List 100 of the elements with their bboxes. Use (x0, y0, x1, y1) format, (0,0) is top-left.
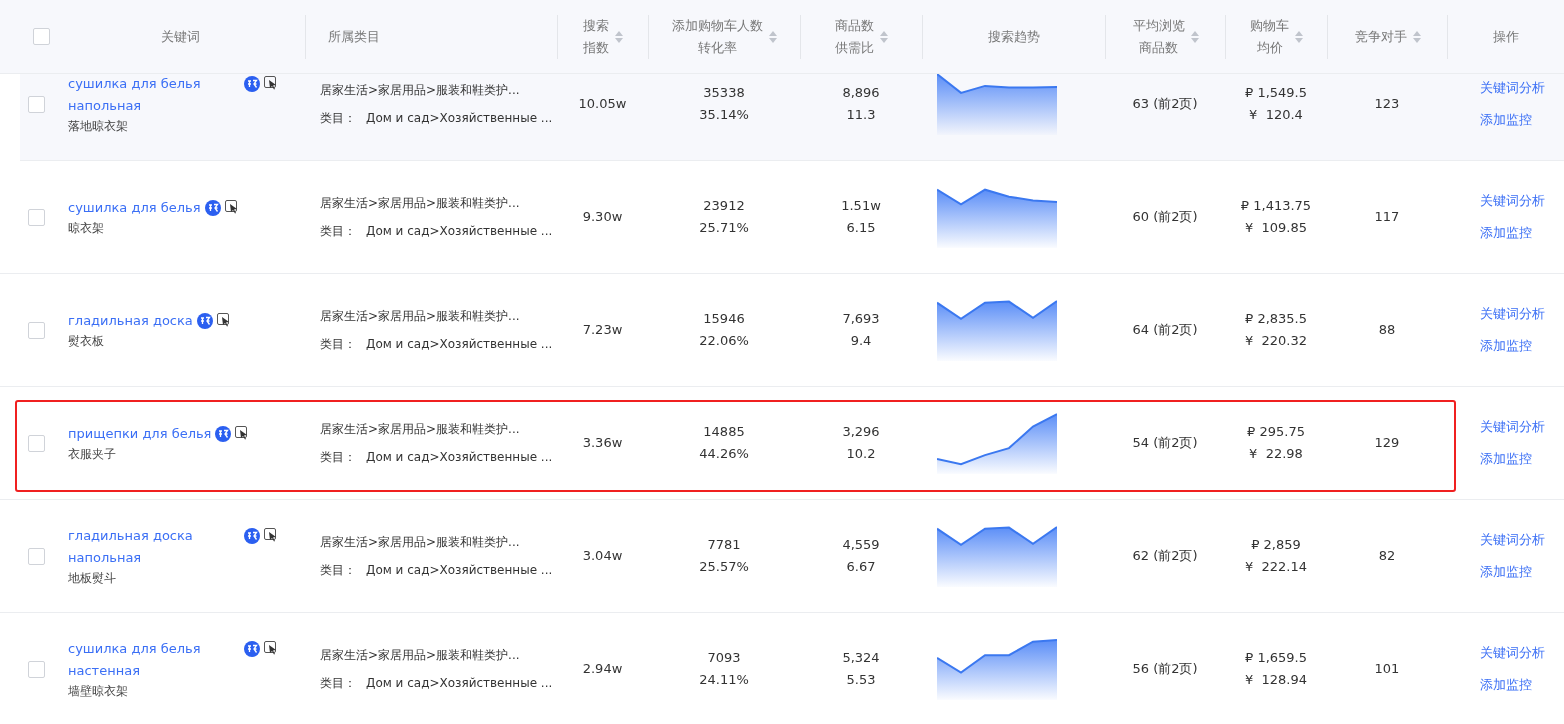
sort-icon[interactable] (615, 30, 623, 43)
row-checkbox[interactable] (28, 95, 45, 113)
keyword-link[interactable]: гладильная доска (68, 310, 193, 332)
category-path: 居家生活>家居用品>服装和鞋类护... (320, 195, 520, 212)
sort-icon[interactable] (1295, 30, 1303, 43)
goods-count: 7,693 (842, 310, 880, 328)
average-browse-count: 56 (前2页) (1132, 660, 1198, 678)
average-browse-count: 54 (前2页) (1132, 434, 1198, 452)
search-index: 3.36w (582, 434, 623, 452)
action-link[interactable]: 添加监控 (1480, 104, 1532, 136)
category-path-russian: Дом и сад>Хозяйственные ... (366, 223, 553, 240)
keyword-link[interactable]: прищепки для белья (68, 423, 212, 445)
sort-icon[interactable] (880, 30, 888, 43)
column-header[interactable]: 添加购物车人数 转化率 (672, 14, 763, 59)
translate-icon[interactable] (244, 641, 260, 657)
sort-icon[interactable] (1412, 30, 1421, 43)
select-all-checkbox[interactable] (33, 28, 50, 45)
action-link[interactable]: 添加监控 (1480, 669, 1532, 701)
action-link[interactable]: 添加监控 (1480, 330, 1532, 362)
conversion-rate: 25.71% (699, 219, 749, 237)
row-checkbox[interactable] (28, 321, 45, 339)
keyword-link[interactable]: сушилка для белья напольная (68, 74, 240, 117)
action-link[interactable]: 关键词分析 (1480, 637, 1545, 669)
price-rub: ₽ 2,835.5 (1245, 310, 1307, 328)
column-header: 所属类目 (328, 27, 380, 46)
add-to-cart-count: 7781 (707, 536, 741, 554)
column-header[interactable]: 购物车 均价 (1250, 14, 1289, 59)
keyword-link[interactable]: гладильная доска напольная (68, 525, 240, 569)
translate-icon[interactable] (204, 200, 221, 216)
category-path-russian: Дом и сад>Хозяйственные ... (366, 675, 553, 692)
price-cny: ¥ 220.32 (1245, 332, 1307, 350)
keyword-link[interactable]: сушилка для белья настенная (68, 638, 240, 682)
action-link[interactable]: 关键词分析 (1480, 74, 1545, 104)
action-link[interactable]: 关键词分析 (1480, 185, 1545, 217)
category-path: 居家生活>家居用品>服装和鞋类护... (320, 647, 520, 664)
cursor-icon[interactable] (216, 313, 231, 327)
category-path: 居家生活>家居用品>服装和鞋类护... (320, 308, 520, 325)
average-browse-count: 62 (前2页) (1132, 547, 1198, 565)
translate-icon[interactable] (196, 313, 213, 329)
supply-demand-ratio: 10.2 (846, 445, 876, 463)
keyword-link[interactable]: сушилка для белья (68, 197, 201, 219)
translate-icon[interactable] (215, 426, 232, 442)
supply-demand-ratio: 6.15 (846, 219, 876, 237)
price-rub: ₽ 2,859 (1251, 536, 1301, 554)
supply-demand-ratio: 6.67 (846, 558, 876, 576)
row-checkbox[interactable] (28, 660, 45, 678)
column-header[interactable]: 商品数 供需比 (835, 14, 874, 59)
cursor-icon[interactable] (264, 528, 278, 542)
category-label: 类目： (320, 562, 356, 579)
column-header[interactable]: 竞争对手 (1354, 25, 1407, 48)
row-checkbox[interactable] (28, 208, 45, 226)
conversion-rate: 24.11% (699, 671, 749, 689)
translate-icon[interactable] (244, 528, 260, 544)
category-label: 类目： (320, 675, 356, 692)
translate-icon[interactable] (244, 76, 260, 92)
action-link[interactable]: 添加监控 (1480, 556, 1532, 588)
column-header[interactable]: 平均浏览 商品数 (1132, 14, 1185, 59)
average-browse-count: 64 (前2页) (1132, 321, 1198, 339)
action-link[interactable]: 关键词分析 (1480, 524, 1545, 556)
cursor-icon[interactable] (264, 76, 278, 90)
competitor-count: 88 (1378, 321, 1396, 339)
category-label: 类目： (320, 110, 356, 127)
search-index: 2.94w (582, 660, 623, 678)
goods-count: 4,559 (842, 536, 880, 554)
row-checkbox[interactable] (28, 434, 45, 452)
add-to-cart-count: 15946 (703, 310, 745, 328)
search-index: 10.05w (578, 95, 627, 113)
row-checkbox[interactable] (28, 547, 45, 565)
category-label: 类目： (320, 223, 356, 240)
column-header: 操作 (1493, 27, 1519, 46)
add-to-cart-count: 7093 (707, 649, 741, 667)
conversion-rate: 35.14% (699, 106, 749, 124)
competitor-count: 117 (1374, 208, 1400, 226)
sort-icon[interactable] (1190, 30, 1199, 43)
keyword-translation: 晾衣架 (68, 220, 104, 237)
cursor-icon[interactable] (235, 426, 250, 440)
column-header[interactable]: 搜索 指数 (583, 14, 609, 59)
action-link[interactable]: 关键词分析 (1480, 411, 1545, 443)
price-rub: ₽ 1,659.5 (1245, 649, 1307, 667)
keyword-translation: 落地晾衣架 (68, 118, 128, 135)
action-link[interactable]: 添加监控 (1480, 443, 1532, 475)
supply-demand-ratio: 9.4 (850, 332, 872, 350)
keyword-translation: 墙壁晾衣架 (68, 683, 128, 700)
price-rub: ₽ 1,413.75 (1240, 197, 1312, 215)
search-index: 7.23w (582, 321, 623, 339)
column-header: 关键词 (160, 27, 200, 46)
sort-icon[interactable] (769, 30, 777, 43)
category-path-russian: Дом и сад>Хозяйственные ... (366, 449, 553, 466)
add-to-cart-count: 23912 (703, 197, 745, 215)
category-path-russian: Дом и сад>Хозяйственные ... (366, 110, 553, 127)
competitor-count: 123 (1374, 95, 1400, 113)
price-cny: ¥ 120.4 (1249, 106, 1303, 124)
cursor-icon[interactable] (264, 641, 278, 655)
cursor-icon[interactable] (224, 200, 239, 214)
search-index: 9.30w (582, 208, 623, 226)
price-rub: ₽ 1,549.5 (1245, 84, 1307, 102)
action-link[interactable]: 添加监控 (1480, 217, 1532, 249)
price-cny: ¥ 22.98 (1249, 445, 1303, 463)
action-link[interactable]: 关键词分析 (1480, 298, 1545, 330)
category-label: 类目： (320, 336, 356, 353)
